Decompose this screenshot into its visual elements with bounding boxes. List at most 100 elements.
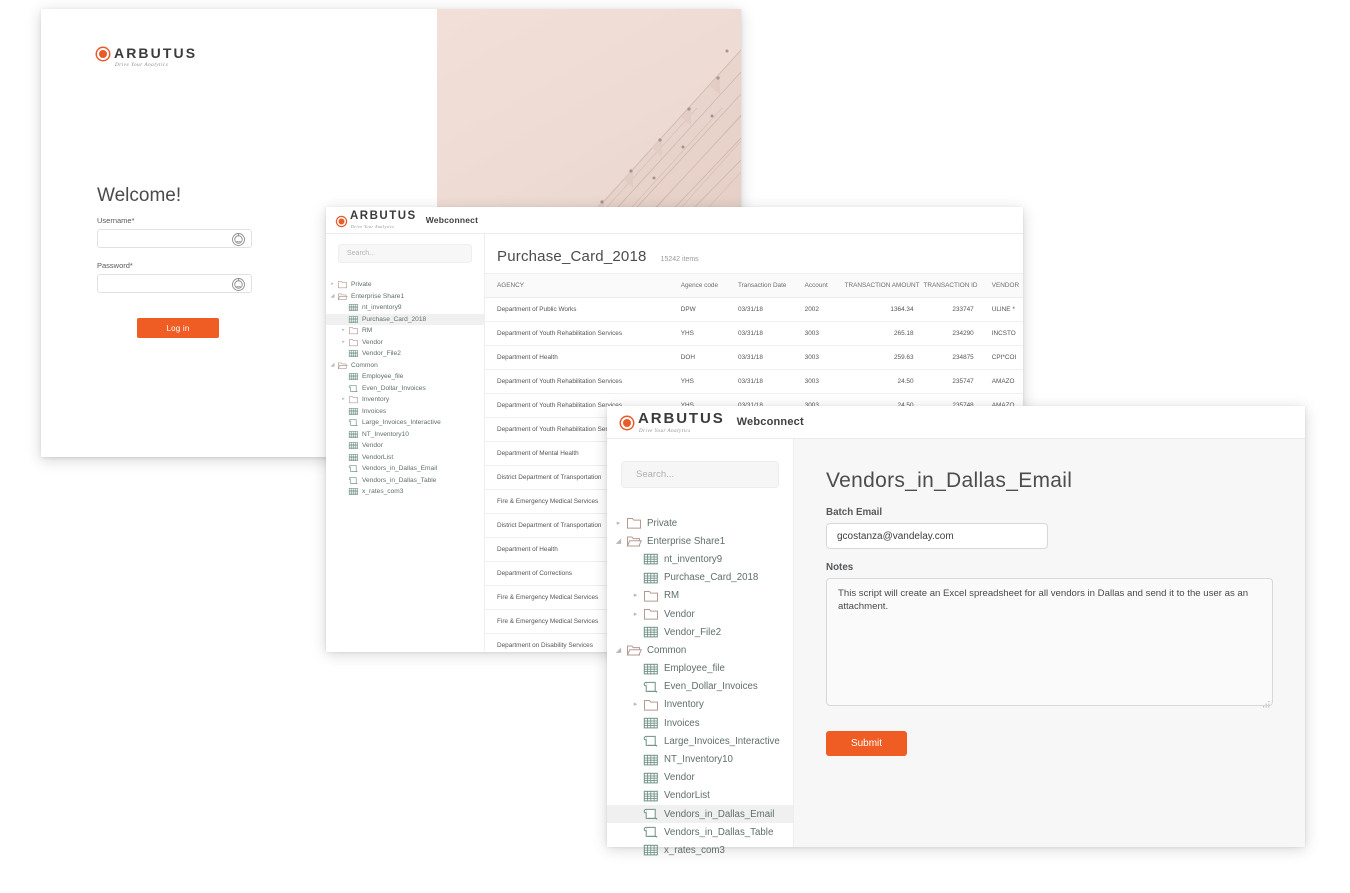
tree-item-common[interactable]: ◢ Common [607,641,793,659]
chevron-right-icon[interactable]: ▸ [339,328,348,333]
table-cell: AMAZO [979,369,1023,394]
chevron-right-icon[interactable]: ▸ [628,611,643,618]
chevron-right-icon[interactable]: ▸ [339,339,348,345]
column-header[interactable]: AGENCY [485,273,669,298]
table-row[interactable]: Department of Youth Rehabilitation Servi… [485,321,1023,346]
folder-closed-icon [644,609,658,620]
column-header[interactable]: Agence code [668,273,727,298]
tree-item-vendors-in-dallas-email[interactable]: Vendors_in_Dallas_Email [326,463,484,475]
chevron-right-icon[interactable]: ▸ [628,701,643,708]
tree-item-rm[interactable]: ▸ RM [326,325,484,337]
tree-item-label: Common [351,361,378,369]
welcome-heading: Welcome! [97,185,182,206]
tree-item-invoices[interactable]: Invoices [607,714,793,732]
password-input[interactable] [98,277,238,294]
script-icon [643,827,658,838]
search-input[interactable]: Search... [338,244,472,263]
batch-email-input[interactable] [826,523,1048,549]
tree-item-rm[interactable]: ▸ RM [607,587,793,605]
tree-item-purchase-card-2018[interactable]: Purchase_Card_2018 [326,313,484,325]
app-name: Webconnect [425,215,479,225]
password-input-wrap[interactable] [97,274,252,294]
tree-item-employee-file[interactable]: Employee_file [326,371,484,383]
tree-item-employee-file[interactable]: Employee_file [607,660,793,678]
submit-button[interactable]: Submit [826,731,907,756]
tree-item-private[interactable]: ▸ Private [326,279,484,291]
tree-item-vendor[interactable]: Vendor [326,440,484,452]
column-header[interactable]: Account [792,273,841,298]
brand-name: ARBUTUS [638,409,725,427]
tree-item-invoices[interactable]: Invoices [326,406,484,418]
chevron-right-icon[interactable]: ▸ [611,520,626,527]
tree-item-label: VendorList [664,790,710,802]
notes-textarea[interactable]: This script will create an Excel spreads… [826,578,1273,706]
table-row[interactable]: Department of Health DOH 03/31/18 3003 259.6… [485,345,1023,370]
tree-item-inventory[interactable]: ▸ Inventory [607,696,793,714]
tree-item-nt-inventory10[interactable]: NT_Inventory10 [607,750,793,768]
tree-item-even-dollar-invoices[interactable]: Even_Dollar_Invoices [326,383,484,395]
column-header[interactable]: Transaction Date [726,273,793,298]
tree-item-nt-inventory10[interactable]: NT_Inventory10 [326,429,484,441]
tree-item-enterprise-share1[interactable]: ◢ Enterprise Share1 [607,532,793,550]
tree-item-enterprise-share1[interactable]: ◢ Enterprise Share1 [326,291,484,303]
table-icon [348,430,358,438]
login-hero-image [437,9,741,218]
tree-item-vendors-in-dallas-table[interactable]: Vendors_in_Dallas_Table [326,475,484,487]
script-icon [348,419,358,427]
username-input-wrap[interactable] [97,229,252,249]
tree-item-private[interactable]: ▸ Private [607,514,793,532]
tree-item-purchase-card-2018[interactable]: Purchase_Card_2018 [607,569,793,587]
tree-item-label: Purchase_Card_2018 [362,315,427,323]
tree-item-common[interactable]: ◢ Common [326,360,484,372]
table-cell: 259.63 [840,345,920,370]
tree-item-vendor[interactable]: ▸ Vendor [607,605,793,623]
tree-item-nt-inventory9[interactable]: nt_inventory9 [607,550,793,568]
table-row[interactable]: Department of Youth Rehabilitation Servi… [485,369,1023,394]
table-cell: YHS [668,369,727,394]
tree-item-label: Private [351,281,372,289]
tree-item-even-dollar-invoices[interactable]: Even_Dollar_Invoices [607,678,793,696]
file-tree[interactable]: ▸ Private ◢ Enterprise Share1 nt_inventory9… [607,514,793,860]
search-input[interactable]: Search... [621,461,779,488]
chevron-right-icon[interactable]: ▸ [339,397,348,402]
chevron-down-icon[interactable]: ◢ [611,538,626,545]
tree-item-vendors-in-dallas-email[interactable]: Vendors_in_Dallas_Email [607,805,793,824]
column-header[interactable]: TRANSACTION AMOUNT [840,273,920,298]
tree-item-large-invoices-interactive[interactable]: Large_Invoices_Interactive [326,417,484,429]
table-icon [643,772,658,784]
tree-item-vendorlist[interactable]: VendorList [326,452,484,464]
tree-item-nt-inventory9[interactable]: nt_inventory9 [326,302,484,314]
column-header[interactable]: TRANSACTION ID [919,273,980,298]
tree-item-vendor-file2[interactable]: Vendor_File2 [326,348,484,360]
tree-item-label: Large_Invoices_Interactive [664,735,780,747]
chevron-right-icon[interactable]: ▸ [628,592,643,599]
login-button[interactable]: Log in [137,318,219,338]
tree-item-vendor-file2[interactable]: Vendor_File2 [607,623,793,641]
column-header[interactable]: VENDOR [979,273,1023,298]
chevron-down-icon[interactable]: ◢ [611,647,626,654]
tree-item-vendor[interactable]: ▸ Vendor [326,337,484,349]
chevron-down-icon[interactable]: ◢ [328,293,337,299]
username-input[interactable] [98,232,238,249]
brand-name: ARBUTUS [114,45,198,61]
chevron-down-icon[interactable]: ◢ [328,362,337,368]
tree-item-inventory[interactable]: ▸ Inventory [326,394,484,406]
chevron-right-icon[interactable]: ▸ [328,282,337,287]
table-row[interactable]: Department of Public Works DPW 03/31/18 200… [485,297,1023,322]
tree-item-vendors-in-dallas-table[interactable]: Vendors_in_Dallas_Table [607,823,793,841]
tree-item-large-invoices-interactive[interactable]: Large_Invoices_Interactive [607,732,793,750]
tree-item-x-rates-com3[interactable]: x_rates_com3 [607,841,793,859]
arbutus-logo: ARBUTUS Drive Your Analytics [97,46,197,68]
tree-item-vendorlist[interactable]: VendorList [607,787,793,805]
tree-item-label: Invoices [362,407,387,415]
table-cell: 03/31/18 [726,345,793,370]
tree-item-label: RM [664,590,680,602]
file-tree[interactable]: ▸ Private ◢ Enterprise Share1 nt_inventory9… [326,279,484,498]
tree-item-vendor[interactable]: Vendor [607,769,793,787]
table-icon [348,453,358,461]
tree-item-x-rates-com3[interactable]: x_rates_com3 [326,486,484,498]
